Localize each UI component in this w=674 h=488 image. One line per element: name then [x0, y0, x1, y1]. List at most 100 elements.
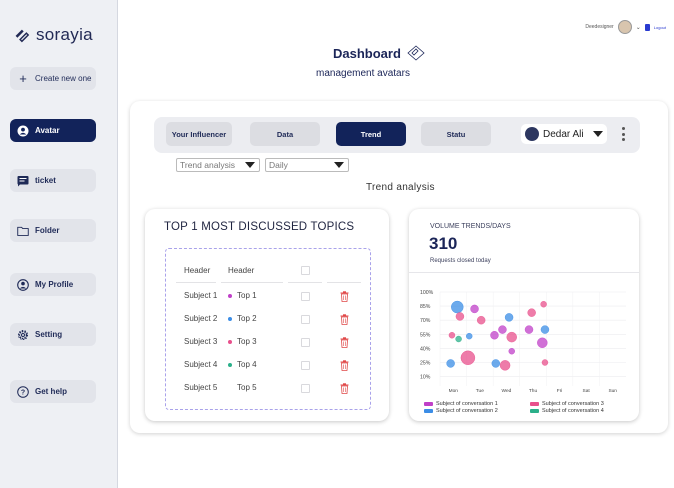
x-tick-label: Thu: [529, 388, 538, 394]
sidebar-item-avatar[interactable]: Avatar: [10, 119, 96, 142]
data-point: [540, 325, 550, 334]
data-point: [498, 325, 507, 334]
sidebar-item-setting[interactable]: Setting: [10, 323, 96, 346]
row-checkbox[interactable]: [301, 338, 310, 347]
logout-link[interactable]: Logout: [654, 25, 666, 30]
sidebar-item-label: ticket: [35, 176, 56, 185]
tab-data[interactable]: Data: [250, 122, 320, 146]
data-point: [540, 301, 547, 308]
sidebar-item-label: Get help: [35, 387, 68, 396]
x-tick-label: Wed: [502, 388, 512, 394]
data-point: [541, 359, 549, 366]
sorayia-logo-icon: [15, 29, 30, 43]
y-tick-label: 55%: [420, 332, 431, 338]
folder-icon: [17, 225, 29, 237]
page-title: Dashboard: [333, 45, 401, 61]
create-label: Create new one: [35, 74, 92, 83]
data-point: [490, 331, 499, 340]
row-checkbox[interactable]: [301, 361, 310, 370]
chevron-down-icon[interactable]: ⌄: [636, 24, 641, 31]
sidebar-item-get-help[interactable]: ? Get help: [10, 380, 96, 403]
brand-logo[interactable]: sorayia: [12, 25, 93, 45]
data-point: [460, 350, 476, 366]
row-checkbox[interactable]: [301, 315, 310, 324]
x-tick-label: Tue: [476, 388, 484, 394]
select-all-checkbox[interactable]: [301, 266, 310, 275]
data-point: [499, 360, 511, 371]
trash-icon[interactable]: [340, 360, 349, 371]
topic-label: Top 2: [237, 314, 257, 323]
row-topic: Top 3: [228, 337, 257, 346]
data-point: [470, 304, 479, 314]
message-icon: [17, 175, 29, 187]
caret-down-icon: [593, 131, 603, 137]
data-point: [506, 331, 517, 343]
logout-icon[interactable]: [644, 23, 650, 31]
analysis-dropdown[interactable]: Trend analysis: [176, 158, 260, 172]
user-avatar: [525, 127, 539, 141]
legend-swatch: [530, 402, 539, 406]
tab-your-influencer[interactable]: Your Influencer: [166, 122, 232, 146]
tab-trend[interactable]: Trend: [336, 122, 406, 146]
row-checkbox[interactable]: [301, 292, 310, 301]
trash-icon[interactable]: [340, 291, 349, 302]
divider: [409, 272, 639, 273]
row-topic: Top 5: [228, 383, 257, 392]
caret-down-icon: [245, 162, 255, 168]
data-point: [466, 332, 473, 340]
row-subject: Subject 4: [184, 360, 218, 369]
legend-swatch: [530, 409, 539, 413]
data-point: [491, 359, 501, 368]
header-underline: [221, 282, 283, 283]
header-underline: [327, 282, 361, 283]
x-tick-label: Fri: [557, 388, 563, 394]
legend-label: Subject of conversation 2: [436, 408, 498, 414]
y-tick-label: 10%: [420, 375, 431, 381]
tab-statu[interactable]: Statu: [421, 122, 491, 146]
y-tick-label: 85%: [420, 304, 431, 310]
row-subject: Subject 3: [184, 337, 218, 346]
data-point: [455, 335, 462, 343]
legend-swatch: [424, 409, 433, 413]
help-icon: ?: [17, 385, 29, 398]
sidebar-item-label: Avatar: [35, 126, 60, 135]
plus-icon: +: [19, 71, 27, 86]
user-circle-icon: [17, 125, 29, 137]
row-checkbox[interactable]: [301, 384, 310, 393]
topics-title: TOP 1 MOST DISCUSSED TOPICS: [164, 221, 355, 233]
topic-dot: [228, 316, 232, 321]
trash-icon[interactable]: [340, 337, 349, 348]
topic-label: Top 3: [237, 337, 257, 346]
gear-icon: [17, 329, 29, 341]
row-subject: Subject 2: [184, 314, 218, 323]
volume-scatter-chart: 100% 85% 70% 55% 40% 25% 10% Mon Tue Wed Thu Fri Sat…: [420, 290, 626, 394]
data-point: [524, 325, 534, 334]
trash-icon[interactable]: [340, 383, 349, 394]
row-topic: Top 4: [228, 360, 257, 369]
legend-label: Subject of conversation 1: [436, 401, 498, 407]
sidebar-item-label: Folder: [35, 226, 60, 235]
user-select[interactable]: Dedar Ali: [521, 124, 607, 144]
sidebar-item-my-profile[interactable]: My Profile: [10, 273, 96, 296]
page-subtitle: management avatars: [316, 68, 410, 79]
sidebar-item-label: My Profile: [35, 280, 74, 289]
topic-dot: [228, 293, 232, 298]
sidebar-item-folder[interactable]: Folder: [10, 219, 96, 242]
volume-title: VOLUME TRENDS/DAYS: [430, 223, 511, 230]
profile-icon: [17, 278, 29, 291]
create-new-button[interactable]: + Create new one: [10, 67, 96, 90]
topic-label: Top 5: [237, 383, 257, 392]
period-dropdown[interactable]: Daily: [265, 158, 349, 172]
data-point: [446, 359, 455, 368]
row-topic: Top 1: [228, 291, 257, 300]
section-title: Trend analysis: [366, 182, 435, 193]
sidebar-item-ticket[interactable]: ticket: [10, 169, 96, 192]
more-options-icon[interactable]: [620, 127, 626, 141]
avatar[interactable]: [617, 20, 632, 34]
legend-swatch: [424, 402, 433, 406]
y-tick-label: 70%: [420, 318, 431, 324]
row-topic: Top 2: [228, 314, 257, 323]
trash-icon[interactable]: [340, 314, 349, 325]
caret-down-icon: [334, 162, 344, 168]
topic-label: Top 4: [237, 360, 257, 369]
